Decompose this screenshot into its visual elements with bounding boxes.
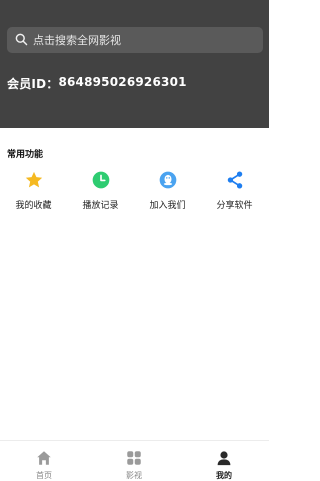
member-id-value: 864895026926301 xyxy=(58,75,187,89)
favorites-label: 我的收藏 xyxy=(15,201,52,211)
share-button[interactable]: 分享软件 xyxy=(201,168,268,211)
tab-home-label: 首页 xyxy=(36,471,52,480)
bottom-tab-bar: 首页 影视 我的 xyxy=(0,440,269,481)
clock-icon xyxy=(89,168,113,192)
share-icon xyxy=(223,168,247,192)
join-us-label: 加入我们 xyxy=(149,201,186,211)
member-id-label: 会员ID： xyxy=(7,77,59,91)
qq-icon xyxy=(156,168,180,192)
favorites-button[interactable]: 我的收藏 xyxy=(0,168,67,211)
user-icon xyxy=(217,451,231,466)
search-placeholder: 点击搜索全网影视 xyxy=(33,34,121,47)
grid-icon xyxy=(127,451,141,465)
search-bar[interactable]: 点击搜索全网影视 xyxy=(7,27,263,53)
home-icon xyxy=(37,451,51,465)
history-button[interactable]: 播放记录 xyxy=(67,168,134,211)
join-us-button[interactable]: 加入我们 xyxy=(134,168,201,211)
tab-mine-label: 我的 xyxy=(216,471,232,480)
search-icon xyxy=(15,31,28,50)
profile-header: 点击搜索全网影视 会员ID： 864895026926301 xyxy=(0,0,269,128)
star-icon xyxy=(22,168,46,192)
tab-home[interactable]: 首页 xyxy=(14,449,74,481)
section-title: 常用功能 xyxy=(7,150,44,160)
share-label: 分享软件 xyxy=(216,201,253,211)
tab-videos-label: 影视 xyxy=(126,471,142,480)
member-id: 会员ID： 864895026926301 xyxy=(7,75,187,92)
function-grid: 我的收藏 播放记录 加入我们 分享软件 xyxy=(0,168,269,216)
tab-mine[interactable]: 我的 xyxy=(194,449,254,481)
tab-videos[interactable]: 影视 xyxy=(104,449,164,481)
history-label: 播放记录 xyxy=(82,201,119,211)
